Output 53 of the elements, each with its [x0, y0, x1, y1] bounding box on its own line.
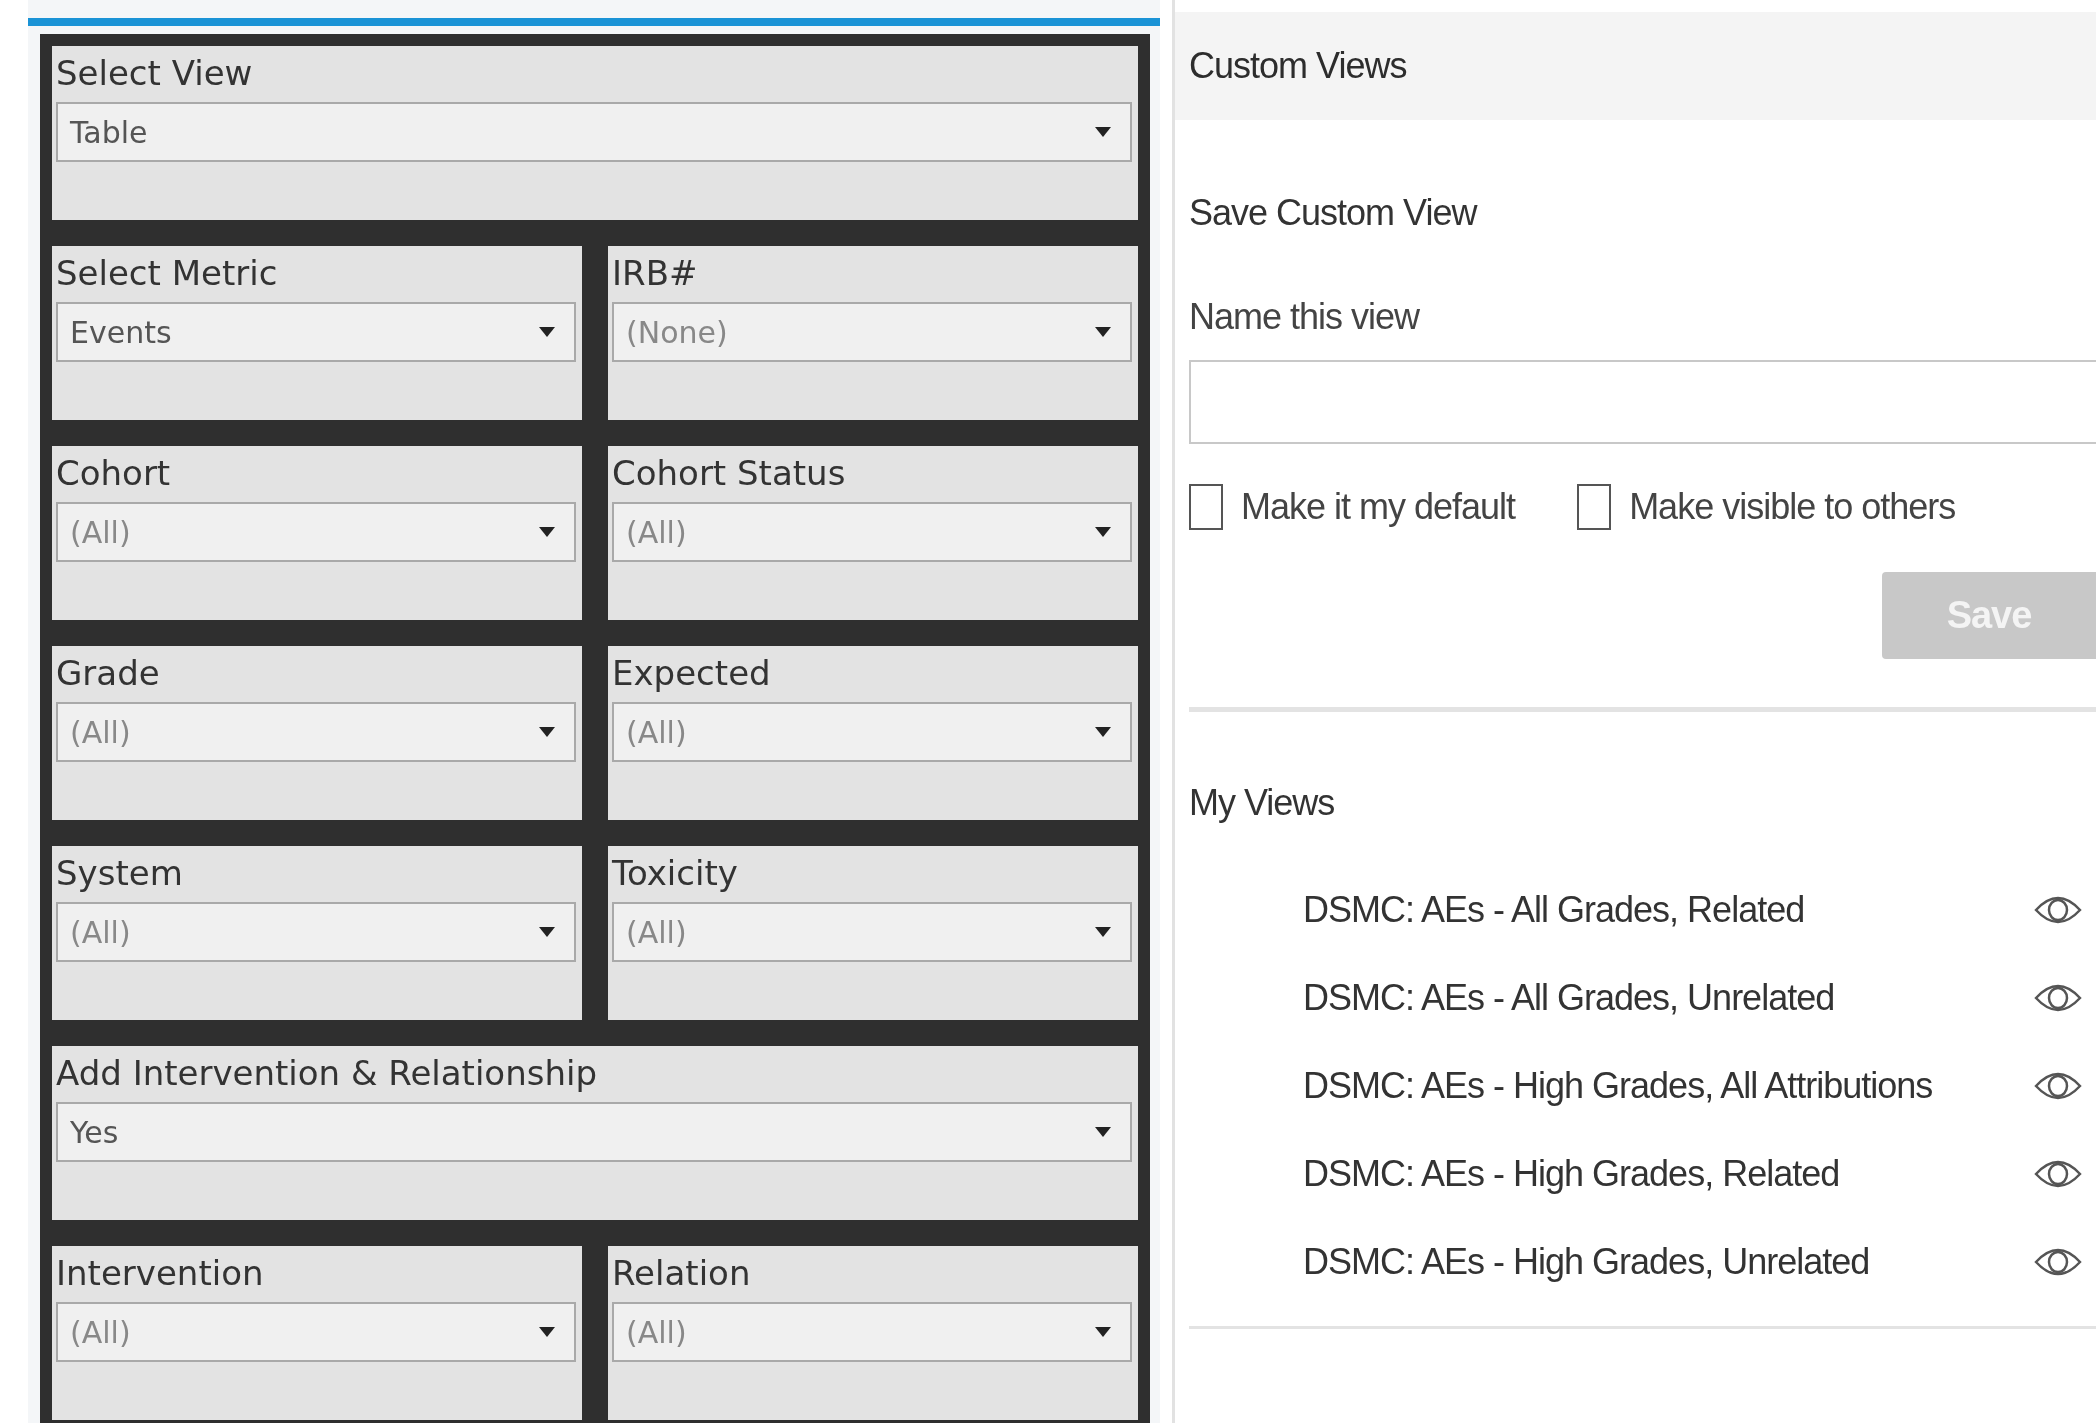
dropdown-value: (All): [626, 914, 687, 950]
caret-icon: [538, 926, 556, 938]
dropdown-value: Events: [70, 314, 172, 350]
caret-icon: [538, 526, 556, 538]
dropdown-value: (All): [70, 914, 131, 950]
filter-label: Intervention: [56, 1252, 265, 1295]
checkbox-option[interactable]: Make visible to others: [1577, 484, 1956, 530]
view-link[interactable]: DSMC: AEs - High Grades, Related: [1303, 1153, 1840, 1195]
dropdown[interactable]: Events: [56, 302, 576, 362]
section-title: Save Custom View: [1189, 192, 1479, 234]
dropdown-value: (All): [626, 1314, 687, 1350]
dropdown-value: Yes: [70, 1114, 119, 1150]
panel-title: Custom Views: [1189, 45, 1407, 87]
dropdown-value: (All): [626, 714, 687, 750]
field-label: Name this view: [1189, 296, 1421, 338]
name-input-field[interactable]: [1189, 360, 2096, 444]
caret-icon: [538, 1326, 556, 1338]
dropdown-value: (None): [626, 314, 728, 350]
dropdown-value: (All): [626, 514, 687, 550]
filter-label: IRB#: [612, 252, 699, 295]
caret-icon: [1094, 1126, 1112, 1138]
filter-label: Select Metric: [56, 252, 279, 295]
filter-label: Select View: [56, 52, 254, 95]
view-link[interactable]: DSMC: AEs - High Grades, Unrelated: [1303, 1241, 1870, 1283]
dropdown[interactable]: Yes: [56, 1102, 1132, 1162]
dropdown[interactable]: Table: [56, 102, 1132, 162]
checkbox[interactable]: [1189, 484, 1223, 530]
checkbox[interactable]: [1577, 484, 1612, 530]
caret-icon: [1094, 526, 1112, 538]
filter-label: Relation: [612, 1252, 752, 1295]
caret-icon: [1094, 926, 1112, 938]
filter-label: System: [56, 852, 184, 895]
caret-icon: [1094, 126, 1112, 138]
dropdown-value: (All): [70, 1314, 131, 1350]
view-link[interactable]: DSMC: AEs - All Grades, Unrelated: [1303, 977, 1835, 1019]
filter-label: Cohort: [56, 452, 172, 495]
caret-icon: [538, 326, 556, 338]
filter-label: Cohort Status: [612, 452, 847, 495]
filter-label: Expected: [612, 652, 772, 695]
dropdown-value: Table: [70, 114, 148, 150]
view-link[interactable]: DSMC: AEs - All Grades, Related: [1303, 889, 1805, 931]
checkbox-option[interactable]: Make it my default: [1189, 484, 1516, 530]
caret-icon: [538, 726, 556, 738]
filter-label: Toxicity: [612, 852, 739, 895]
caret-icon: [1094, 326, 1112, 338]
view-link[interactable]: DSMC: AEs - High Grades, All Attributions: [1303, 1065, 1933, 1107]
section-title: My Views: [1189, 782, 1336, 824]
caret-icon: [1094, 726, 1112, 738]
filter-label: Grade: [56, 652, 161, 695]
dropdown-value: (All): [70, 514, 131, 550]
dropdown-value: (All): [70, 714, 131, 750]
filter-label: Add Intervention & Relationship: [56, 1052, 598, 1095]
caret-icon: [1094, 1326, 1112, 1338]
